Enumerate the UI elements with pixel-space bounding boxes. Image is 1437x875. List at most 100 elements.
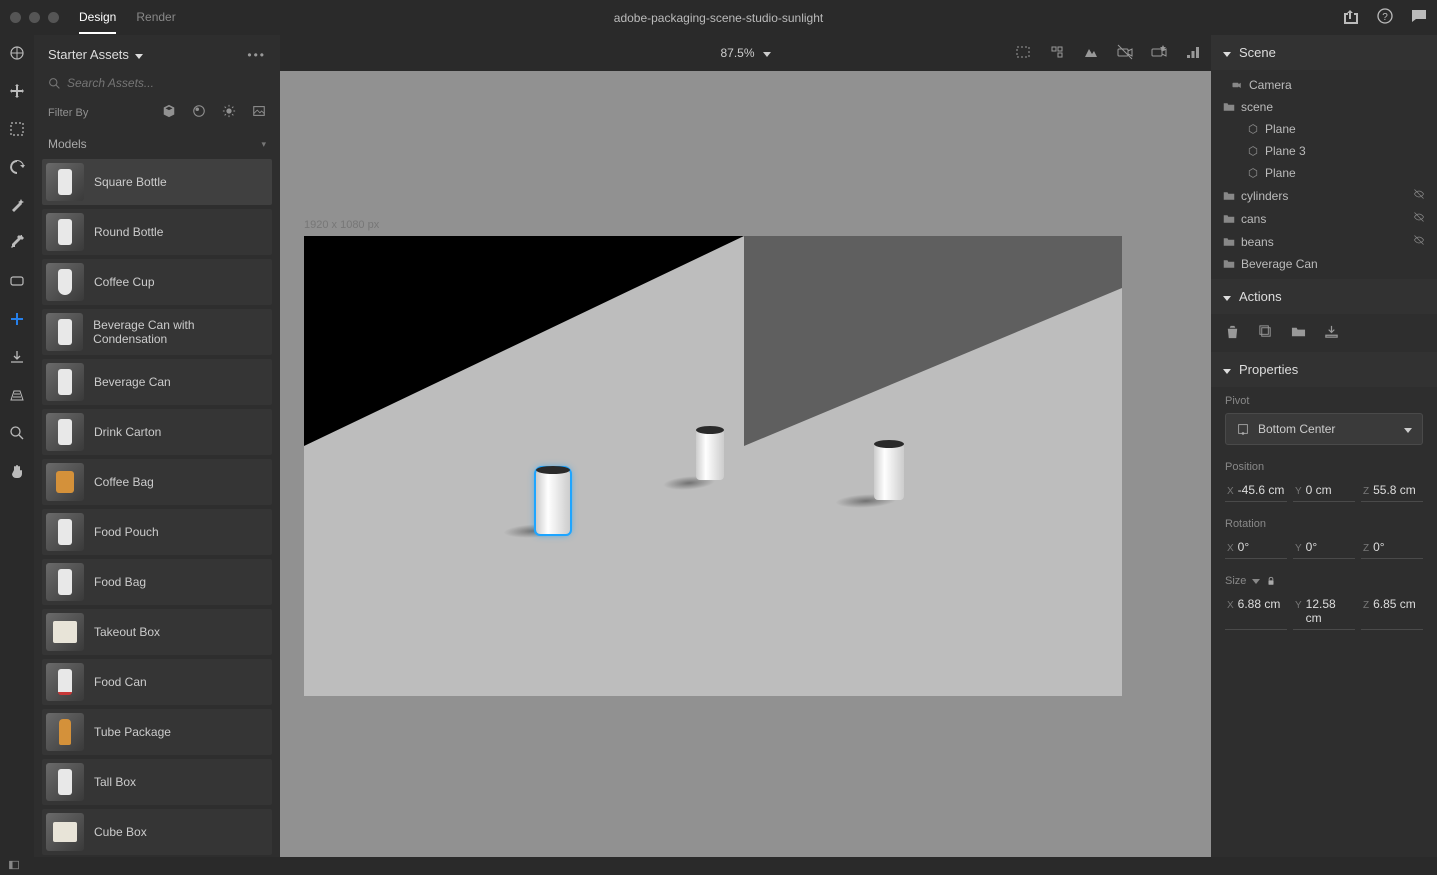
can-object[interactable] [696,428,724,480]
ground-tool[interactable] [7,347,27,367]
filter-lights-icon[interactable] [222,104,236,121]
tree-item-beverage-can[interactable]: Beverage Can [1211,253,1437,275]
filter-models-icon[interactable] [162,104,176,121]
tree-label: cans [1241,212,1266,226]
tree-label: cylinders [1241,189,1288,203]
camera-off-icon[interactable] [1117,44,1133,63]
zoom-value: 87.5% [720,46,754,60]
can-object-selected[interactable] [536,468,570,534]
eyedropper-tool[interactable] [7,233,27,253]
lock-icon[interactable] [1266,576,1276,586]
share-icon[interactable] [1343,8,1359,27]
snap-icon[interactable] [1049,44,1065,63]
help-icon[interactable]: ? [1377,8,1393,27]
zoom-control[interactable]: 87.5% [720,46,770,60]
model-item[interactable]: Food Pouch [42,509,272,555]
filter-materials-icon[interactable] [192,104,206,121]
duplicate-icon[interactable] [1258,324,1273,342]
wand-tool[interactable] [7,195,27,215]
tree-item-cylinders[interactable]: cylinders [1211,184,1437,207]
canvas-dimensions: 1920 x 1080 px [304,219,379,231]
position-z-field[interactable]: Z55.8 cm [1361,479,1423,502]
move-tool[interactable] [7,81,27,101]
model-item[interactable]: Tube Package [42,709,272,755]
size-z-field[interactable]: Z6.85 cm [1361,593,1423,630]
model-item[interactable]: Food Bag [42,559,272,605]
group-icon[interactable] [1291,324,1306,342]
import-icon[interactable] [1324,324,1339,342]
visibility-off-icon[interactable] [1413,188,1425,203]
filter-images-icon[interactable] [252,104,266,121]
properties-panel-header[interactable]: Properties [1211,352,1437,387]
model-item[interactable]: Beverage Can with Condensation [42,309,272,355]
panel-toggle-icon[interactable] [8,859,20,874]
pivot-select[interactable]: Bottom Center [1225,413,1423,445]
home-tool[interactable] [7,43,27,63]
asset-search[interactable] [34,70,280,96]
tree-label: Plane 3 [1265,144,1306,158]
visibility-off-icon[interactable] [1413,234,1425,249]
model-item[interactable]: Square Bottle [42,159,272,205]
model-item[interactable]: Tall Box [42,759,272,805]
scene-panel-header[interactable]: Scene [1211,35,1437,70]
zoom-tool[interactable] [7,423,27,443]
size-y-field[interactable]: Y12.58 cm [1293,593,1355,630]
model-item[interactable]: Coffee Cup [42,259,272,305]
tree-item-camera[interactable]: Camera [1211,74,1437,96]
size-x-field[interactable]: X6.88 cm [1225,593,1287,630]
visibility-off-icon[interactable] [1413,211,1425,226]
position-x-field[interactable]: X-45.6 cm [1225,479,1287,502]
tree-item-scene[interactable]: scene [1211,96,1437,118]
rotation-x-field[interactable]: X0° [1225,536,1287,559]
titlebar-actions: ? [1343,8,1427,27]
model-name: Takeout Box [94,625,160,639]
model-item[interactable]: Cube Box [42,809,272,855]
filter-label: Filter By [48,107,88,119]
close-window[interactable] [10,12,21,23]
frame-icon[interactable] [1015,44,1031,63]
perspective-tool[interactable] [7,385,27,405]
render-icon[interactable] [1083,44,1099,63]
hand-tool[interactable] [7,461,27,481]
rotation-y-field[interactable]: Y0° [1293,536,1355,559]
tree-item-plane[interactable]: Plane [1211,118,1437,140]
render-canvas[interactable] [304,236,1122,696]
category-selector[interactable]: Models ▾ [34,129,280,159]
actions-panel-header[interactable]: Actions [1211,279,1437,314]
model-item[interactable]: Beverage Can [42,359,272,405]
chevron-down-icon [1404,422,1412,436]
tree-item-cans[interactable]: cans [1211,207,1437,230]
tab-design[interactable]: Design [79,2,116,34]
tree-item-beans[interactable]: beans [1211,230,1437,253]
more-icon[interactable]: ••• [247,48,266,62]
select-tool[interactable] [7,119,27,139]
viewport[interactable]: 1920 x 1080 px [280,71,1211,857]
add-tool[interactable] [7,309,27,329]
model-item[interactable]: Drink Carton [42,409,272,455]
delete-icon[interactable] [1225,324,1240,342]
can-object[interactable] [874,442,904,500]
search-input[interactable] [67,76,266,90]
area-tool[interactable] [7,271,27,291]
position-y-field[interactable]: Y0 cm [1293,479,1355,502]
tree-item-plane2[interactable]: Plane [1211,162,1437,184]
camera-bookmark-icon[interactable] [1151,44,1167,63]
render-settings-icon[interactable] [1185,44,1201,63]
tab-render[interactable]: Render [136,2,175,34]
comment-icon[interactable] [1411,8,1427,27]
statusbar [0,857,1437,875]
minimize-window[interactable] [29,12,40,23]
asset-panel-title[interactable]: Starter Assets [48,47,143,62]
size-y-value: 12.58 cm [1306,597,1353,625]
rotation-z-field[interactable]: Z0° [1361,536,1423,559]
chevron-down-icon[interactable] [1252,575,1260,587]
maximize-window[interactable] [48,12,59,23]
size-label: Size [1225,575,1246,587]
tree-item-plane3[interactable]: Plane 3 [1211,140,1437,162]
model-item[interactable]: Round Bottle [42,209,272,255]
model-item[interactable]: Food Can [42,659,272,705]
model-item[interactable]: Coffee Bag [42,459,272,505]
model-item[interactable]: Takeout Box [42,609,272,655]
chevron-down-icon [1223,362,1231,377]
sync-tool[interactable] [7,157,27,177]
